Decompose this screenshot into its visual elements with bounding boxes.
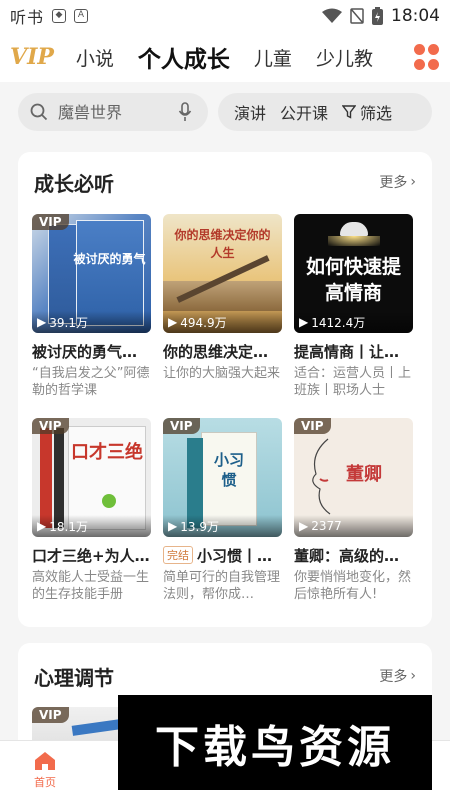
quick-tag-speech[interactable]: 演讲 bbox=[234, 100, 266, 124]
book-cover: 口才三绝 VIP ▶ 18.1万 bbox=[32, 418, 151, 537]
no-sim-icon bbox=[350, 8, 364, 24]
book-item[interactable]: 你的思维决定你的人生 ▶ 494.9万 你的思维决定… 让你的大脑强大起来 bbox=[163, 214, 282, 406]
nav-home[interactable]: 首页 bbox=[0, 741, 90, 800]
wifi-icon bbox=[322, 8, 342, 23]
book-item[interactable]: 董卿 VIP ▶ 2377 董卿：高级的… 你要悄悄地变化，然后惊艳所有人! bbox=[294, 418, 413, 610]
status-time: 18:04 bbox=[391, 6, 440, 26]
book-description: “自我启发之父”阿德勒的哲学课 bbox=[32, 366, 150, 398]
search-box[interactable] bbox=[18, 93, 208, 131]
tab-kids-education[interactable]: 少儿教 bbox=[316, 44, 373, 71]
home-icon bbox=[35, 752, 55, 770]
book-grid: 被讨厌的勇气 VIP ▶ 39.1万 被讨厌的勇气… “自我启发之父”阿德勒的哲学… bbox=[32, 214, 413, 610]
book-item[interactable]: 被讨厌的勇气 VIP ▶ 39.1万 被讨厌的勇气… “自我启发之父”阿德勒的哲学… bbox=[32, 214, 151, 406]
watermark-overlay: 下载鸟资源 bbox=[118, 695, 432, 790]
section-title: 成长必听 bbox=[34, 171, 114, 196]
play-icon: ▶ bbox=[299, 315, 309, 329]
search-icon bbox=[30, 103, 48, 121]
vip-badge: VIP bbox=[163, 418, 200, 434]
play-icon: ▶ bbox=[37, 315, 47, 329]
book-cover: 被讨厌的勇气 VIP ▶ 39.1万 bbox=[32, 214, 151, 333]
play-count: 18.1万 bbox=[49, 519, 88, 534]
quick-tag-open-course[interactable]: 公开课 bbox=[280, 100, 328, 124]
chevron-right-icon: › bbox=[410, 668, 416, 684]
book-cover: 如何快速提高情商 ▶ 1412.4万 bbox=[294, 214, 413, 333]
book-description: 高效能人士受益一生的生存技能手册 bbox=[32, 570, 150, 602]
book-title: 董卿：高级的… bbox=[294, 547, 400, 565]
status-bar: 听书 ◆ A 18:04 bbox=[0, 0, 450, 32]
filter-icon bbox=[342, 105, 357, 119]
search-row: 演讲 公开课 筛选 bbox=[0, 82, 450, 142]
vip-logo[interactable]: VIP bbox=[10, 44, 54, 70]
book-item[interactable]: 如何快速提高情商 ▶ 1412.4万 提高情商丨让… 适合：运营人员丨上班族丨职场… bbox=[294, 214, 413, 406]
finished-tag: 完结 bbox=[163, 546, 193, 564]
vip-badge: VIP bbox=[294, 418, 331, 434]
book-item[interactable]: 口才三绝 VIP ▶ 18.1万 口才三绝+为人… 高效能人士受益一生的生存技能手… bbox=[32, 418, 151, 610]
watermark-text: 下载鸟资源 bbox=[155, 721, 395, 773]
book-description: 简单可行的自我管理法则，帮你成… bbox=[163, 570, 281, 602]
quick-filter-bar: 演讲 公开课 筛选 bbox=[218, 93, 432, 131]
book-title: 完结 小习惯丨… bbox=[163, 545, 282, 566]
book-item[interactable]: 小习惯 VIP ▶ 13.9万 完结 小习惯丨… 简单可行的自我管理法则，帮你成… bbox=[163, 418, 282, 610]
cover-title: 董卿 bbox=[346, 464, 382, 485]
battery-icon bbox=[372, 7, 383, 25]
nav-home-label: 首页 bbox=[34, 776, 56, 789]
section-title: 心理调节 bbox=[34, 665, 114, 690]
category-grid-icon[interactable] bbox=[414, 44, 440, 70]
play-icon: ▶ bbox=[168, 519, 178, 533]
cover-title: 如何快速提高情商 bbox=[305, 256, 401, 304]
vip-badge: VIP bbox=[32, 214, 69, 230]
play-count: 39.1万 bbox=[49, 315, 88, 330]
play-count: 1412.4万 bbox=[311, 315, 366, 330]
cover-title: 被讨厌的勇气 bbox=[73, 252, 146, 266]
microphone-icon[interactable] bbox=[178, 102, 192, 122]
book-description: 你要悄悄地变化，然后惊艳所有人! bbox=[294, 570, 412, 602]
book-cover: 你的思维决定你的人生 ▶ 494.9万 bbox=[163, 214, 282, 333]
book-title: 口才三绝+为人… bbox=[32, 547, 150, 565]
book-title: 被讨厌的勇气… bbox=[32, 343, 138, 361]
vip-badge: VIP bbox=[32, 707, 69, 723]
top-nav: VIP 小说 个人成长 儿童 少儿教 bbox=[0, 32, 450, 82]
filter-button[interactable]: 筛选 bbox=[342, 100, 392, 124]
book-cover: 小习惯 VIP ▶ 13.9万 bbox=[163, 418, 282, 537]
tab-children[interactable]: 儿童 bbox=[254, 44, 292, 71]
book-cover: 董卿 VIP ▶ 2377 bbox=[294, 418, 413, 537]
tab-personal-growth[interactable]: 个人成长 bbox=[138, 40, 230, 74]
vip-badge: VIP bbox=[32, 418, 69, 434]
cover-title: 口才三绝 bbox=[71, 442, 143, 463]
section-card-growth: 成长必听 更多 › 被讨厌的勇气 VIP ▶ 39.1万 被讨厌的勇气… “自我启发… bbox=[18, 152, 432, 627]
play-icon: ▶ bbox=[299, 519, 309, 533]
book-description: 让你的大脑强大起来 bbox=[163, 366, 281, 381]
play-count: 494.9万 bbox=[180, 315, 227, 330]
filter-label: 筛选 bbox=[360, 104, 393, 123]
more-link[interactable]: 更多 › bbox=[379, 172, 416, 192]
book-title: 你的思维决定… bbox=[163, 343, 269, 361]
chevron-right-icon: › bbox=[410, 174, 416, 190]
play-icon: ▶ bbox=[37, 519, 47, 533]
search-input[interactable] bbox=[58, 102, 168, 122]
a-icon: A bbox=[74, 9, 89, 23]
book-description: 适合：运营人员丨上班族丨职场人士 bbox=[294, 366, 412, 398]
play-count: 2377 bbox=[311, 519, 342, 533]
book-title: 提高情商丨让… bbox=[294, 343, 400, 361]
play-count: 13.9万 bbox=[180, 519, 219, 534]
cover-title: 小习惯 bbox=[213, 451, 244, 489]
cover-title: 你的思维决定你的人生 bbox=[174, 228, 271, 260]
status-app-chars: 听书 bbox=[10, 8, 45, 27]
tab-novel[interactable]: 小说 bbox=[76, 44, 114, 71]
more-link[interactable]: 更多 › bbox=[379, 666, 416, 686]
shield-icon: ◆ bbox=[52, 9, 67, 23]
play-icon: ▶ bbox=[168, 315, 178, 329]
